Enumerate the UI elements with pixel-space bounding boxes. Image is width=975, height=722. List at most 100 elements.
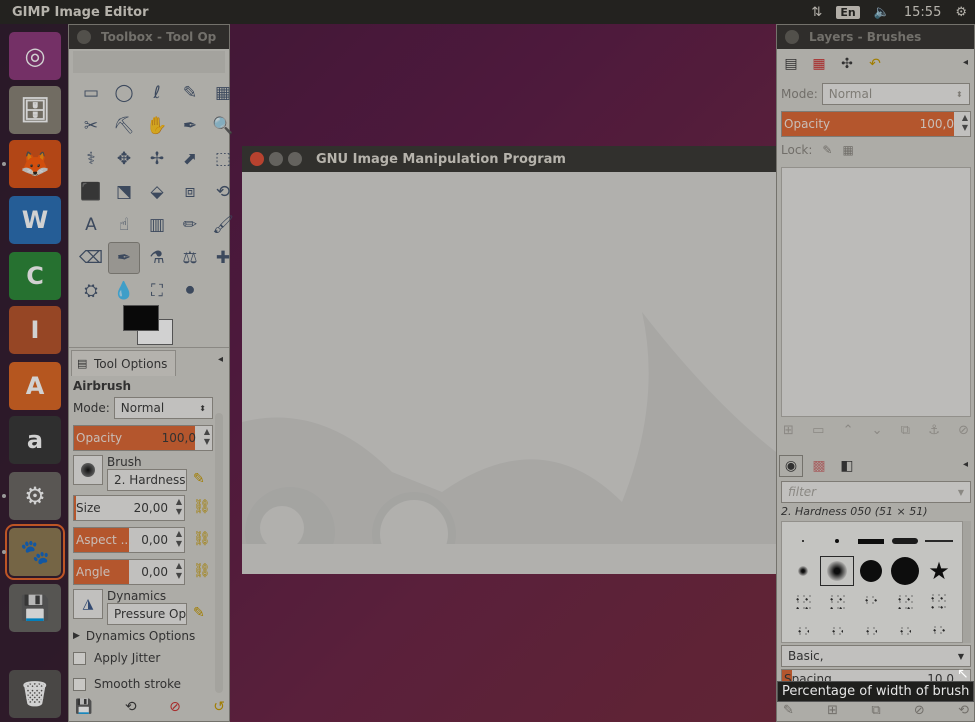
brush-swatch[interactable]: [854, 586, 888, 616]
tool-button[interactable]: ⬔: [108, 176, 140, 208]
lower-layer-icon[interactable]: ⌄: [872, 423, 883, 438]
checkbox-box[interactable]: [73, 677, 86, 691]
tool-button[interactable]: ✏: [174, 209, 206, 241]
new-layer-icon[interactable]: ⊞: [783, 423, 794, 438]
chain-link-icon[interactable]: ⛓: [193, 563, 211, 579]
brush-swatch[interactable]: [820, 586, 854, 616]
brush-swatch[interactable]: [854, 556, 888, 586]
patterns-tab-icon[interactable]: ▩: [807, 455, 831, 477]
lock-pixels-icon[interactable]: ✎: [822, 143, 832, 157]
brush-swatch[interactable]: [786, 556, 820, 586]
dock-menu-icon[interactable]: ◂: [963, 459, 968, 470]
launcher-libreoffice-impress[interactable]: I: [9, 306, 61, 354]
tool-button[interactable]: 🔍: [207, 110, 239, 142]
delete-brush-icon[interactable]: ⊘: [914, 703, 925, 718]
paths-tab-icon[interactable]: ✣: [835, 53, 859, 75]
foreground-color-swatch[interactable]: [123, 305, 159, 331]
brush-swatch[interactable]: [854, 526, 888, 556]
fg-bg-colors[interactable]: [123, 305, 175, 345]
tool-button[interactable]: ⛶: [141, 275, 173, 307]
apply-jitter-checkbox[interactable]: Apply Jitter: [73, 651, 160, 665]
minimize-icon[interactable]: [269, 152, 283, 166]
brush-swatch[interactable]: [888, 616, 922, 646]
tool-button[interactable]: ▦: [207, 77, 239, 109]
tool-button[interactable]: ⛏: [108, 110, 140, 142]
tool-button[interactable]: ✒: [108, 242, 140, 274]
tool-button[interactable]: ⧈: [174, 176, 206, 208]
launcher-ubuntu-dash[interactable]: ◎: [9, 32, 61, 80]
reset-options-icon[interactable]: ↺: [213, 699, 225, 715]
brush-grid-scrollbar[interactable]: [963, 521, 971, 643]
tool-button[interactable]: ✋: [141, 110, 173, 142]
raise-layer-icon[interactable]: ⌃: [843, 423, 854, 438]
brush-swatch[interactable]: [820, 616, 854, 646]
tool-button[interactable]: ✎: [174, 77, 206, 109]
launcher-save-drive[interactable]: 💾: [9, 584, 61, 632]
brush-swatch[interactable]: [888, 556, 922, 586]
gradients-tab-icon[interactable]: ◧: [835, 455, 859, 477]
save-options-icon[interactable]: 💾: [75, 699, 92, 715]
layers-list[interactable]: [781, 167, 971, 417]
mode-select[interactable]: Normal ⬍: [113, 397, 213, 419]
lock-alpha-icon[interactable]: ▦: [842, 143, 853, 157]
aspect-slider[interactable]: Aspect ... 0,00 ▲ ▼: [73, 527, 185, 553]
launcher-amazon[interactable]: a: [9, 416, 61, 464]
brushes-tab-icon[interactable]: ◉: [779, 455, 803, 477]
tool-button[interactable]: ⬚: [207, 143, 239, 175]
brush-swatch[interactable]: [786, 526, 820, 556]
tool-button[interactable]: ⚗: [141, 242, 173, 274]
brush-swatch[interactable]: [820, 526, 854, 556]
close-icon[interactable]: [77, 30, 91, 44]
dock-menu-icon[interactable]: ◂: [963, 57, 968, 68]
tool-button[interactable]: ⛭: [75, 275, 107, 307]
network-icon[interactable]: ⇅: [811, 5, 822, 20]
keyboard-layout-indicator[interactable]: En: [836, 5, 860, 19]
tool-button[interactable]: ⚫: [174, 275, 206, 307]
brush-swatch[interactable]: [820, 556, 854, 586]
brush-field[interactable]: 2. Hardness 05: [107, 469, 187, 491]
tool-button[interactable]: ⚖: [174, 242, 206, 274]
tool-button[interactable]: ⬛: [75, 176, 107, 208]
close-icon[interactable]: [785, 30, 799, 44]
tab-tool-options[interactable]: ▤ Tool Options: [71, 350, 177, 376]
tool-button[interactable]: ℓ: [141, 77, 173, 109]
launcher-gimp[interactable]: 🐾: [5, 524, 65, 580]
launcher-files[interactable]: 🗄: [9, 86, 61, 134]
smooth-stroke-checkbox[interactable]: Smooth stroke: [73, 677, 181, 691]
tool-button[interactable]: ▭: [75, 77, 107, 109]
maximize-icon[interactable]: [288, 152, 302, 166]
brush-swatch[interactable]: [922, 586, 956, 616]
dynamics-options-expander[interactable]: ▶ Dynamics Options: [73, 629, 195, 643]
delete-options-icon[interactable]: ⊘: [169, 699, 181, 715]
brush-swatch[interactable]: [786, 616, 820, 646]
tool-button[interactable]: A: [75, 209, 107, 241]
tool-button[interactable]: ✚: [207, 242, 239, 274]
spin-arrows-icon[interactable]: ▲ ▼: [176, 497, 182, 517]
spin-arrows-icon[interactable]: ▲ ▼: [176, 529, 182, 549]
tool-button[interactable]: ◯: [108, 77, 140, 109]
brush-swatch[interactable]: ★: [922, 556, 956, 586]
tool-button[interactable]: 🖌: [207, 209, 239, 241]
channels-tab-icon[interactable]: ▦: [807, 53, 831, 75]
launcher-libreoffice-writer[interactable]: W: [9, 196, 61, 244]
undo-history-tab-icon[interactable]: ↶: [863, 53, 887, 75]
chain-link-icon[interactable]: ⛓: [193, 531, 211, 547]
duplicate-layer-icon[interactable]: ⧉: [901, 423, 910, 438]
brush-swatch[interactable]: [888, 586, 922, 616]
brush-swatch[interactable]: [922, 616, 956, 646]
tool-button[interactable]: ✒: [174, 110, 206, 142]
angle-slider[interactable]: Angle 0,00 ▲ ▼: [73, 559, 185, 585]
tool-button[interactable]: ⟲: [207, 176, 239, 208]
close-icon[interactable]: [250, 152, 264, 166]
layers-tab-icon[interactable]: ▤: [779, 53, 803, 75]
edit-brush-icon[interactable]: ✎: [783, 703, 794, 718]
dynamics-preview[interactable]: ◮: [73, 589, 103, 619]
options-scrollbar[interactable]: [215, 413, 223, 693]
tool-button[interactable]: ⌫: [75, 242, 107, 274]
dock-menu-icon[interactable]: ◂: [218, 354, 223, 365]
new-group-icon[interactable]: ▭: [812, 423, 824, 438]
brush-filter-input[interactable]: filter ▼: [781, 481, 971, 503]
tool-button[interactable]: ☝: [108, 209, 140, 241]
brush-swatch[interactable]: [854, 616, 888, 646]
dynamics-field[interactable]: Pressure Opac: [107, 603, 187, 625]
